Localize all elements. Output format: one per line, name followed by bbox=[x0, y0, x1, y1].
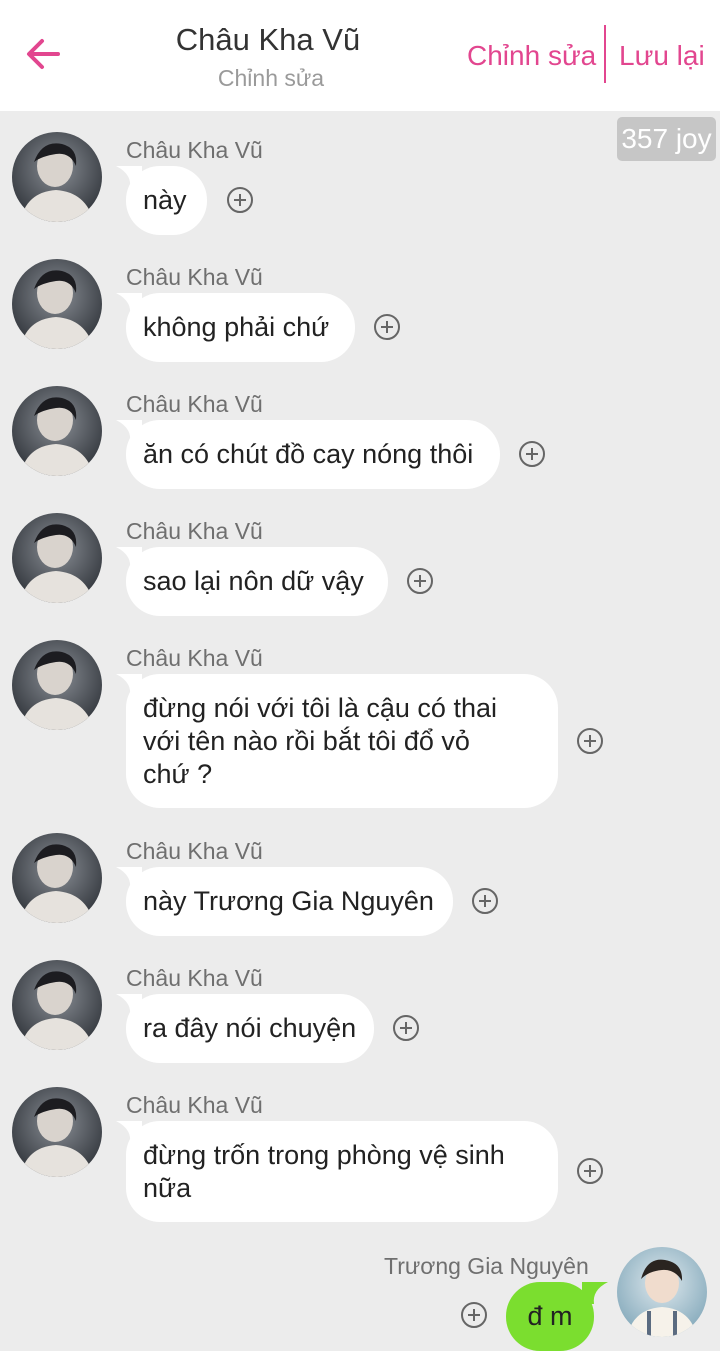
message-text: ăn có chút đồ cay nóng thôi bbox=[143, 439, 474, 469]
plus-circle-icon[interactable] bbox=[576, 727, 604, 755]
plus-circle-icon[interactable] bbox=[576, 1157, 604, 1185]
avatar[interactable] bbox=[12, 1087, 102, 1177]
message-text: đ m bbox=[527, 1301, 573, 1331]
message-bubble[interactable]: ăn có chút đồ cay nóng thôi bbox=[126, 420, 500, 489]
sender-name: Châu Kha Vũ bbox=[126, 1092, 263, 1118]
avatar[interactable] bbox=[12, 259, 102, 349]
message-bubble[interactable]: đừng trốn trong phòng vệ sinh nữa bbox=[126, 1121, 558, 1222]
chat-subtitle: Chỉnh sửa bbox=[217, 65, 325, 91]
plus-circle-icon[interactable] bbox=[373, 313, 401, 341]
arrow-left-icon bbox=[27, 39, 60, 69]
message-bubble[interactable]: này Trương Gia Nguyên bbox=[126, 867, 453, 936]
joy-badge: 357 joy bbox=[617, 117, 716, 161]
sender-name: Châu Kha Vũ bbox=[126, 391, 263, 417]
avatar[interactable] bbox=[12, 513, 102, 603]
bubble-tail bbox=[582, 1282, 608, 1304]
sender-name: Châu Kha Vũ bbox=[126, 838, 263, 864]
avatar[interactable] bbox=[617, 1247, 707, 1337]
avatar[interactable] bbox=[12, 960, 102, 1050]
header-divider bbox=[604, 25, 606, 83]
sender-name: Trương Gia Nguyên bbox=[384, 1253, 589, 1279]
sender-name: Châu Kha Vũ bbox=[126, 645, 263, 671]
chat-title: Châu Kha Vũ bbox=[175, 22, 361, 57]
chat-header: Châu Kha Vũ Chỉnh sửa Chỉnh sửa Lưu lại bbox=[0, 0, 720, 111]
plus-circle-icon[interactable] bbox=[226, 186, 254, 214]
message-bubble[interactable]: đ m bbox=[506, 1282, 594, 1351]
save-button[interactable]: Lưu lại bbox=[619, 40, 705, 72]
plus-circle-icon[interactable] bbox=[518, 440, 546, 468]
plus-circle-icon[interactable] bbox=[471, 887, 499, 915]
message-text: không phải chứ bbox=[143, 312, 330, 342]
message-bubble[interactable]: sao lại nôn dữ vậy bbox=[126, 547, 388, 616]
message-text: này bbox=[143, 185, 187, 215]
avatar[interactable] bbox=[12, 132, 102, 222]
sender-name: Châu Kha Vũ bbox=[126, 965, 263, 991]
sender-name: Châu Kha Vũ bbox=[126, 137, 263, 163]
avatar[interactable] bbox=[12, 386, 102, 476]
back-button[interactable] bbox=[22, 32, 66, 76]
sender-name: Châu Kha Vũ bbox=[126, 264, 263, 290]
plus-circle-icon[interactable] bbox=[460, 1301, 488, 1329]
message-text: ra đây nói chuyện bbox=[143, 1013, 357, 1043]
avatar[interactable] bbox=[12, 640, 102, 730]
message-bubble[interactable]: đừng nói với tôi là cậu có thai với tên … bbox=[126, 674, 558, 808]
plus-circle-icon[interactable] bbox=[406, 567, 434, 595]
plus-circle-icon[interactable] bbox=[392, 1014, 420, 1042]
message-text: sao lại nôn dữ vậy bbox=[143, 566, 364, 596]
message-text: đừng nói với tôi là cậu có thai với tên … bbox=[143, 692, 497, 789]
avatar[interactable] bbox=[12, 833, 102, 923]
message-text: này Trương Gia Nguyên bbox=[143, 886, 434, 916]
message-bubble[interactable]: ra đây nói chuyện bbox=[126, 994, 374, 1063]
message-bubble[interactable]: này bbox=[126, 166, 207, 235]
edit-button[interactable]: Chỉnh sửa bbox=[467, 40, 596, 72]
message-bubble[interactable]: không phải chứ bbox=[126, 293, 355, 362]
sender-name: Châu Kha Vũ bbox=[126, 518, 263, 544]
message-text: đừng trốn trong phòng vệ sinh nữa bbox=[143, 1139, 505, 1203]
